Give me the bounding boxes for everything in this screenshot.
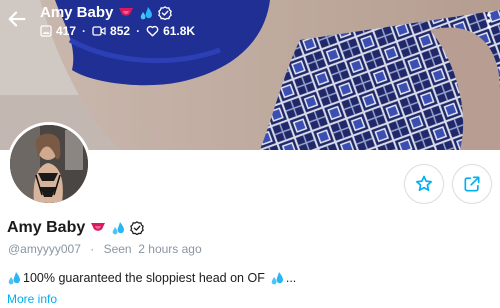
verified-badge-icon xyxy=(130,221,145,235)
profile-name-row: Amy Baby xyxy=(7,219,145,237)
profile-handle: @amyyyy007 xyxy=(8,242,81,256)
videos-count-value: 852 xyxy=(110,24,131,38)
last-seen: Seen 2 hours ago xyxy=(103,242,202,256)
header-stats: 417 · 852 · 61.8K xyxy=(40,24,195,38)
add-to-favorites-button[interactable] xyxy=(404,164,444,204)
videos-count[interactable]: 852 xyxy=(92,24,130,38)
header-title: Amy Baby xyxy=(40,4,173,21)
sweat-droplets-emoji-icon xyxy=(271,272,283,285)
profile-header-bar: Amy Baby 417 · 852 · 61.8K xyxy=(0,0,500,46)
bio-text: 100% guaranteed the sloppiest head on OF xyxy=(23,271,265,285)
handle-separator: · xyxy=(90,242,95,256)
sweat-droplets-emoji-icon xyxy=(8,272,20,285)
sweat-droplets-emoji-icon xyxy=(141,6,153,19)
verified-badge-icon xyxy=(158,5,173,20)
stats-separator: · xyxy=(82,24,87,38)
sweat-droplets-emoji-icon xyxy=(112,222,125,235)
profile-name: Amy Baby xyxy=(7,219,86,236)
tongue-emoji-icon xyxy=(119,7,134,16)
heart-icon xyxy=(146,25,159,37)
arrow-left-icon xyxy=(8,11,26,27)
more-info-link[interactable]: More info xyxy=(7,292,57,306)
likes-count[interactable]: 61.8K xyxy=(146,24,195,38)
header-name: Amy Baby xyxy=(40,4,114,21)
stats-separator: · xyxy=(136,24,141,38)
more-vertical-icon[interactable] xyxy=(486,12,492,30)
photos-count[interactable]: 417 xyxy=(40,24,76,38)
profile-handle-row: @amyyyy007 · Seen 2 hours ago xyxy=(8,242,202,256)
avatar-photo xyxy=(10,125,88,203)
tongue-emoji-icon xyxy=(91,223,106,231)
image-icon xyxy=(40,25,52,37)
likes-count-value: 61.8K xyxy=(163,24,196,38)
back-button[interactable] xyxy=(6,8,28,30)
photos-count-value: 417 xyxy=(56,24,77,38)
avatar[interactable] xyxy=(7,122,91,206)
bio-ellipsis: ... xyxy=(285,271,297,285)
profile-bio: 100% guaranteed the sloppiest head on OF… xyxy=(7,271,296,285)
share-button[interactable] xyxy=(452,164,492,204)
video-icon xyxy=(92,26,106,36)
share-icon xyxy=(464,176,480,192)
star-icon xyxy=(416,175,432,191)
